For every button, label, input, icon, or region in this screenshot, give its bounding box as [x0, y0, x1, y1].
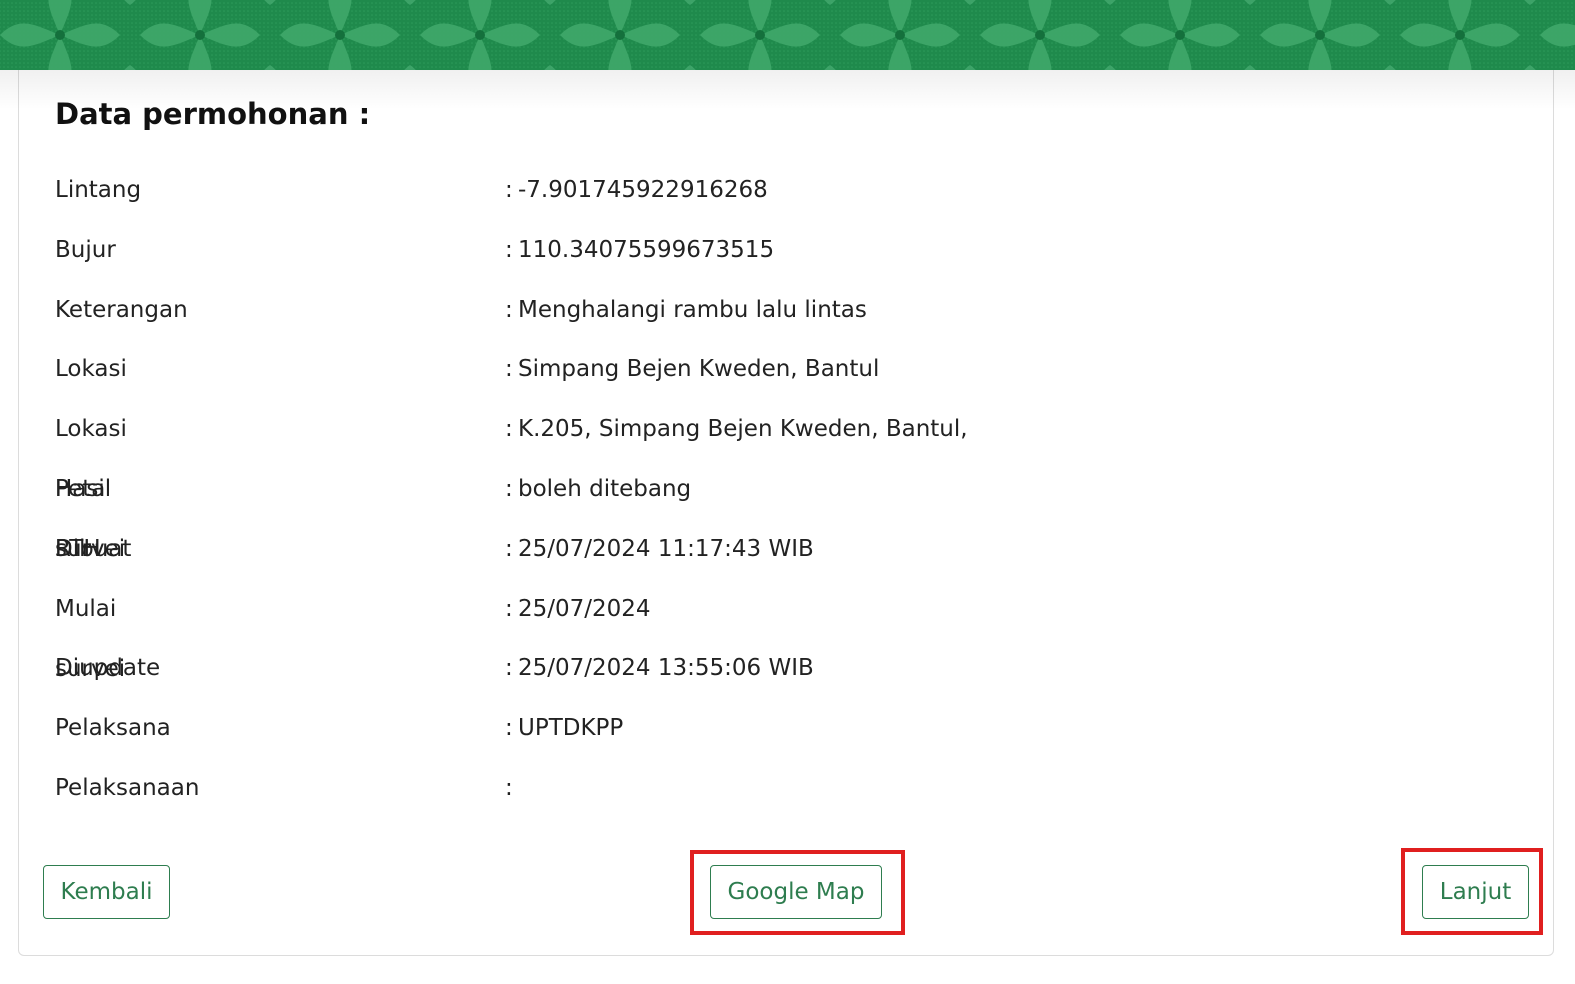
section-title: Data permohonan :: [55, 97, 371, 131]
detail-card: [18, 40, 1554, 956]
next-button[interactable]: Lanjut: [1422, 865, 1529, 919]
google-map-button[interactable]: Google Map: [710, 865, 882, 919]
detail-value: 25/07/2024: [518, 595, 651, 622]
detail-value: 110.34075599673515: [518, 236, 775, 263]
detail-separator: :: [505, 356, 513, 383]
detail-label: Pelaksana: [55, 715, 171, 742]
batik-pattern: [0, 0, 1575, 70]
detail-separator: :: [505, 236, 513, 263]
detail-separator: :: [505, 535, 513, 562]
detail-separator: :: [505, 774, 513, 801]
detail-label: Bujur: [55, 236, 116, 263]
detail-value: Menghalangi rambu lalu lintas: [518, 296, 867, 323]
back-button[interactable]: Kembali: [43, 865, 170, 919]
detail-label: Dibuat: [55, 535, 132, 562]
detail-separator: :: [505, 416, 513, 443]
detail-label: Lintang: [55, 177, 142, 203]
detail-value: boleh ditebang: [518, 475, 692, 502]
detail-label: Lokasi: [55, 356, 127, 383]
detail-label: Pelaksanaan: [55, 774, 200, 801]
detail-value: 25/07/2024 11:17:43 WIB: [518, 535, 814, 562]
detail-separator: :: [505, 655, 513, 682]
detail-separator: :: [505, 715, 513, 742]
detail-separator: :: [505, 475, 513, 502]
detail-value: UPTDKPP: [518, 715, 624, 742]
header-banner: [0, 0, 1575, 70]
detail-value: -7.901745922916268: [518, 177, 768, 203]
detail-label: Keterangan: [55, 296, 188, 323]
detail-value: 25/07/2024 13:55:06 WIB: [518, 655, 814, 682]
detail-separator: :: [505, 296, 513, 323]
detail-separator: :: [505, 177, 513, 203]
detail-label: Diupdate: [55, 655, 161, 682]
detail-separator: :: [505, 595, 513, 622]
detail-value: K.205, Simpang Bejen Kweden, Bantul,: [518, 416, 968, 443]
detail-value: Simpang Bejen Kweden, Bantul: [518, 356, 880, 383]
